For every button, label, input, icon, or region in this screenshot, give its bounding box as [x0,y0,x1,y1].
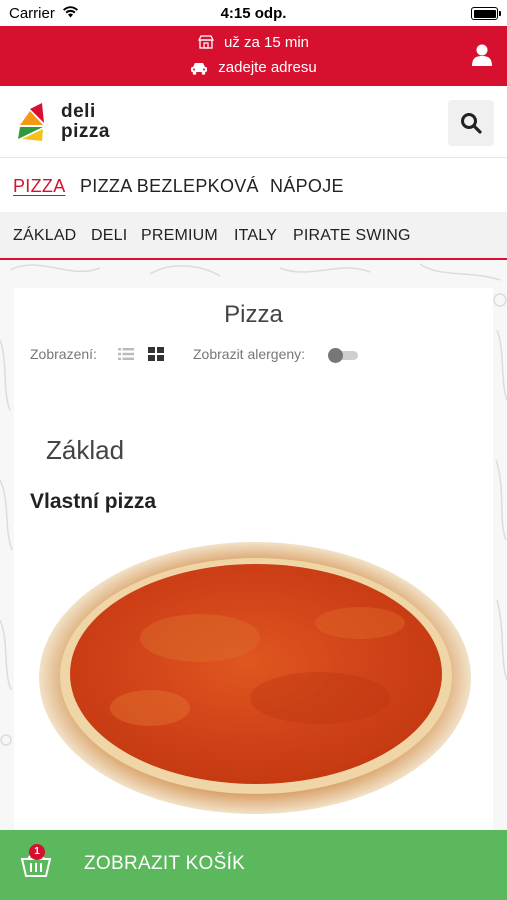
toggle-knob [328,348,343,363]
logo-text-deli: deli [61,101,96,122]
store-icon [197,35,215,49]
subtab-pirate-swing[interactable]: PIRATE SWING [293,227,411,245]
status-bar: Carrier 4:15 odp. [0,0,507,26]
section-title: Základ [46,435,125,465]
search-button[interactable] [448,100,494,146]
list-view-icon[interactable] [118,347,134,361]
car-icon [191,63,208,75]
address-prompt: zadejte adresu [218,59,317,76]
pizza-image[interactable] [30,528,480,828]
product-name[interactable]: Vlastní pizza [30,490,156,514]
status-time: 4:15 odp. [220,5,287,22]
logo-text-pizza: pizza [61,121,110,142]
subcategory-tabs: ZÁKLAD DELI PREMIUM ITALY PIRATE SWING [0,212,507,260]
battery-icon [471,7,501,20]
subtab-premium[interactable]: PREMIUM [141,227,218,245]
tab-pizza[interactable]: PIZZA [13,176,66,197]
user-icon[interactable] [471,43,493,67]
allergen-label: Zobrazit alergeny: [193,346,306,362]
logo-header: deli pizza [0,86,507,158]
grid-view-icon[interactable] [148,347,164,361]
tab-pizza-bezlepkova[interactable]: PIZZA BEZLEPKOVÁ [80,176,259,197]
view-mode-label: Zobrazení: [30,346,97,362]
tab-napoje[interactable]: NÁPOJE [270,176,344,197]
show-cart-label: ZOBRAZIT KOŠÍK [84,853,246,874]
page-title: Pizza [224,301,283,328]
logo-slices-icon [18,103,44,141]
search-icon [461,113,482,134]
delivery-time-text: už za 15 min [223,34,310,51]
category-tabs: PIZZA PIZZA BEZLEPKOVÁ NÁPOJE [0,158,507,212]
delivery-time-row: už za 15 min [0,34,507,51]
allergen-toggle[interactable] [328,348,358,363]
address-row[interactable]: zadejte adresu [0,59,507,76]
subtab-deli[interactable]: DELI [91,227,127,245]
subtab-italy[interactable]: ITALY [234,227,277,245]
cart-bar[interactable]: 1 ZOBRAZIT KOŠÍK [0,830,507,900]
cart-count-badge: 1 [29,844,45,860]
delivery-info-bar[interactable]: už za 15 min zadejte adresu [0,26,507,86]
deli-pizza-logo[interactable]: deli pizza [18,101,113,145]
subtab-zaklad[interactable]: ZÁKLAD [13,227,76,245]
